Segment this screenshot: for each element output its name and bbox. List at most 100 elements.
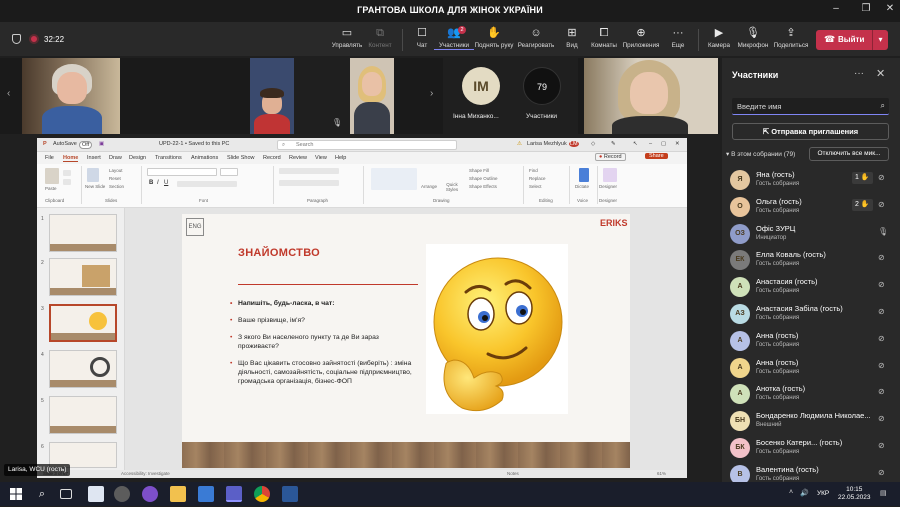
app-icon[interactable]	[114, 486, 130, 502]
menu-file[interactable]: File	[45, 155, 54, 161]
word-icon[interactable]	[282, 486, 298, 502]
chevron-down-icon[interactable]: ▾	[872, 30, 888, 50]
remote-desktop-icon[interactable]	[198, 486, 214, 502]
menu-draw[interactable]: Draw	[109, 155, 122, 161]
taskbar-clock[interactable]: 10:15 22.05.2023	[838, 486, 871, 502]
shape-fill-button[interactable]: Shape Fill	[469, 168, 489, 173]
task-view-icon[interactable]	[60, 489, 72, 499]
menu-design[interactable]: Design	[129, 155, 146, 161]
cut-icon[interactable]	[63, 170, 71, 176]
list-tools[interactable]	[279, 168, 339, 174]
apps-button[interactable]: ⊕ Приложения	[621, 26, 661, 49]
more-button[interactable]: ··· Еще	[658, 26, 698, 49]
save-icon[interactable]: ▣	[99, 141, 104, 147]
ppt-share-button[interactable]: Share	[645, 153, 668, 159]
volume-icon[interactable]: 🔊	[800, 489, 809, 497]
participant-row[interactable]: А Анна (гость) Гость собрания ⊘	[730, 356, 896, 382]
more-options-icon[interactable]: ···	[854, 68, 864, 79]
quick-styles-button[interactable]: Quick Styles	[443, 182, 461, 192]
paste-button[interactable]: Paste	[45, 186, 57, 191]
accessibility-status[interactable]: Accessibility: Investigate	[121, 471, 170, 476]
file-explorer-icon[interactable]	[170, 486, 186, 502]
designer-button[interactable]: Designer	[599, 184, 617, 189]
shapes-gallery[interactable]	[371, 168, 417, 190]
mic-button[interactable]: 🎙 Микрофон	[733, 26, 773, 49]
ppt-user-name[interactable]: Larisa Mezhlyuk	[527, 141, 567, 147]
arrange-button[interactable]: Arrange	[421, 184, 437, 189]
menu-help[interactable]: Help	[335, 155, 346, 161]
viber-icon[interactable]	[142, 486, 158, 502]
search-icon[interactable]: ⌕	[34, 486, 50, 502]
notifications-icon[interactable]: ▤	[880, 489, 887, 497]
slide-thumbnail[interactable]	[49, 258, 117, 296]
mic-off-icon[interactable]: ⊘	[878, 361, 885, 370]
participant-row[interactable]: БК Босенко Катери... (гость) Гость собрани…	[730, 436, 896, 462]
ppt-record-button[interactable]: ● Record	[595, 153, 626, 161]
ppt-close-icon[interactable]: ✕	[675, 141, 680, 147]
menu-insert[interactable]: Insert	[87, 155, 101, 161]
chevron-left-icon[interactable]: ‹	[7, 88, 10, 99]
react-button[interactable]: ☺ Реагировать	[516, 26, 556, 49]
chrome-icon[interactable]	[254, 486, 270, 502]
participant-row[interactable]: ЕК Елла Коваль (гость) Гость собрания ⊘	[730, 248, 896, 274]
participant-row[interactable]: ОЗ Офіс ЗУРЦ Инициатор 🎙	[730, 222, 896, 248]
section-button[interactable]: Section	[109, 184, 124, 189]
raise-hand-button[interactable]: ✋ Поднять руку	[474, 26, 514, 49]
ppt-restore-icon[interactable]: ▢	[661, 141, 666, 147]
mic-off-icon[interactable]: ⊘	[878, 441, 885, 450]
shield-icon[interactable]	[12, 34, 21, 44]
video-tile[interactable]	[584, 58, 718, 134]
content-button[interactable]: ⧉ Контент	[360, 26, 400, 49]
share-button[interactable]: ⇪ Поделиться	[771, 26, 811, 49]
shape-effects-button[interactable]: Shape Effects	[469, 184, 497, 189]
font-name-select[interactable]	[147, 168, 217, 176]
menu-view[interactable]: View	[315, 155, 327, 161]
font-size-select[interactable]	[220, 168, 238, 176]
chevron-up-icon[interactable]: ˄	[789, 489, 793, 496]
slide-thumbnail-selected[interactable]	[49, 304, 117, 342]
participant-row[interactable]: Я Яна (гость) Гость собрания 1 ✋ ⊘	[730, 168, 896, 194]
video-tile[interactable]	[22, 58, 120, 134]
mic-off-icon[interactable]: ⊘	[878, 173, 885, 182]
diamond-icon[interactable]: ◇	[591, 141, 595, 147]
participant-row[interactable]: А Анотка (гость) Гость собрания ⊘	[730, 382, 896, 408]
mute-all-button[interactable]: Отключить все мик...	[809, 147, 889, 161]
participant-row[interactable]: А Анна (гость) Гость собрания ⊘	[730, 329, 896, 355]
mic-off-icon[interactable]: ⊘	[878, 334, 885, 343]
menu-slide-show[interactable]: Slide Show	[227, 155, 255, 161]
ppt-search-box[interactable]: ⌕ Search	[277, 140, 457, 150]
minimize-button[interactable]: –	[826, 3, 846, 19]
participant-row[interactable]: АЗ Анастасия Забіла (гость) Гость собрания…	[730, 302, 896, 328]
menu-home[interactable]: Home	[63, 155, 79, 162]
underline-icon[interactable]: U	[164, 180, 168, 186]
autosave-toggle[interactable]: Off	[79, 141, 93, 149]
participant-row[interactable]: О Ольга (гость) Гость собрания 2 ✋ ⊘	[730, 195, 896, 221]
video-tile[interactable]: 🎙	[294, 58, 350, 134]
rooms-button[interactable]: ⧠ Комнаты	[584, 26, 624, 49]
invite-button[interactable]: ⇱ Отправка приглашения	[732, 123, 889, 140]
microphone-icon[interactable]: 🎙	[878, 227, 888, 236]
close-window-button[interactable]: ✕	[880, 3, 900, 19]
participant-row[interactable]: А Анастасия (гость) Гость собрания ⊘	[730, 275, 896, 301]
shape-outline-button[interactable]: Shape Outline	[469, 176, 498, 181]
ppt-filename[interactable]: UPD-22-1 • Saved to this PC	[159, 141, 229, 147]
current-slide[interactable]: ENG ERIKS ЗНАЙОМСТВО Напишіть, будь-ласк…	[182, 214, 630, 468]
menu-record[interactable]: Record	[263, 155, 281, 161]
dictate-button[interactable]: Dictate	[575, 184, 589, 189]
slide-thumbnail[interactable]	[49, 396, 117, 434]
ppt-minimize-icon[interactable]: –	[649, 141, 652, 147]
in-meeting-header[interactable]: ▾ В этом собрании (79)	[726, 150, 795, 158]
menu-review[interactable]: Review	[289, 155, 307, 161]
alignment-tools[interactable]	[279, 180, 339, 186]
bold-icon[interactable]: B	[149, 180, 153, 186]
search-icon[interactable]: ⌕	[881, 101, 885, 111]
pen-icon[interactable]: ✎	[611, 141, 616, 147]
mic-off-icon[interactable]: ⊘	[878, 468, 885, 477]
chevron-right-icon[interactable]: ›	[430, 88, 433, 99]
notepad-icon[interactable]	[88, 486, 104, 502]
mic-off-icon[interactable]: ⊘	[878, 387, 885, 396]
leave-button[interactable]: ☎ Выйти ▾	[816, 30, 888, 50]
slide-thumbnail[interactable]	[49, 214, 117, 252]
replace-button[interactable]: Replace	[529, 176, 546, 181]
video-tile[interactable]	[250, 58, 294, 134]
